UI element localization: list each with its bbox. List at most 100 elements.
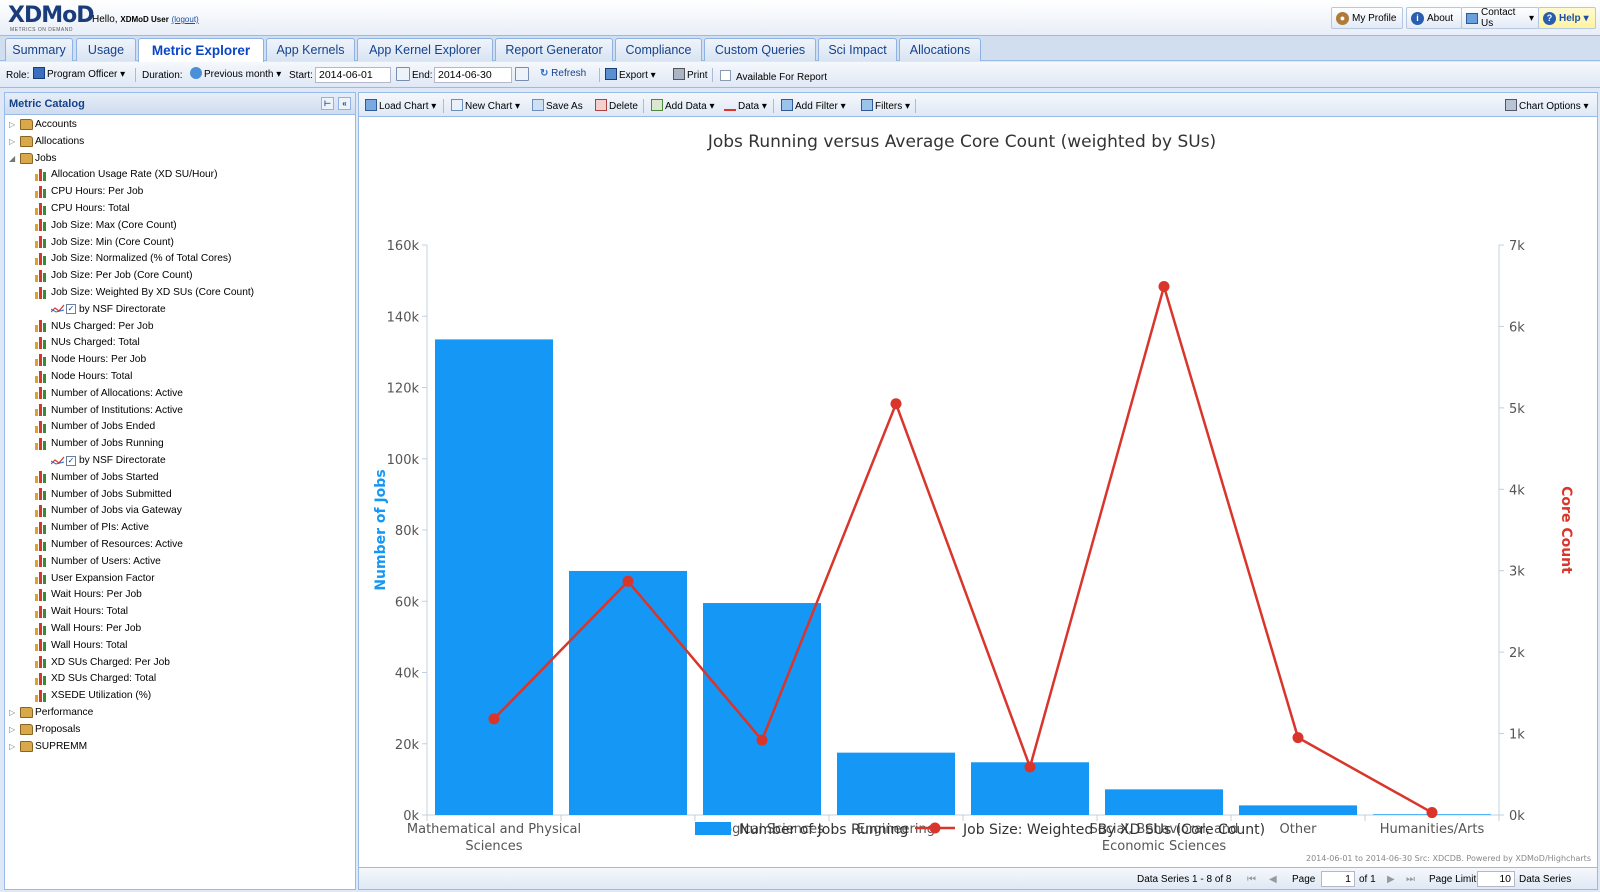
calendar-icon[interactable] — [396, 67, 410, 81]
main-tabs: Summary Usage Metric Explorer App Kernel… — [0, 36, 1600, 62]
tree-metric-item[interactable]: Number of Users: Active — [35, 554, 161, 569]
tree-folder-accounts[interactable]: ▷ Accounts — [9, 117, 77, 132]
tree-metric-item[interactable]: Number of Resources: Active — [35, 537, 183, 552]
tree-metric-item[interactable]: Number of Jobs Running — [35, 436, 164, 451]
tree-folder-proposals[interactable]: ▷ Proposals — [9, 722, 80, 737]
add-data-label: Add Data — [665, 101, 707, 112]
tree-item-label: Node Hours: Total — [51, 371, 133, 382]
tab-app-kernel-explorer[interactable]: App Kernel Explorer — [357, 38, 493, 61]
about-button[interactable]: i About — [1406, 7, 1462, 29]
xdmod-logo[interactable]: XDMoD — [8, 3, 94, 28]
tree-metric-item[interactable]: Node Hours: Per Job — [35, 352, 146, 367]
data-button[interactable]: Data ▾ — [724, 99, 767, 112]
combo-chart[interactable]: 0k20k40k60k80k100k120k140k160k0k1k2k3k4k… — [359, 117, 1597, 889]
collapsed-arrow-icon[interactable]: ▷ — [9, 708, 18, 717]
tree-folder-performance[interactable]: ▷ Performance — [9, 705, 93, 720]
page-limit-input[interactable]: 10 — [1477, 871, 1515, 887]
contact-us-button[interactable]: Contact Us ▾ — [1461, 7, 1539, 29]
tree-metric-item[interactable]: Wait Hours: Per Job — [35, 587, 142, 602]
collapse-left-icon[interactable]: « — [338, 97, 351, 110]
duration-dropdown[interactable]: Previous month ▾ — [190, 67, 281, 80]
add-data-button[interactable]: Add Data ▾ — [651, 99, 715, 112]
available-for-report-checkbox[interactable] — [720, 70, 731, 81]
tab-usage[interactable]: Usage — [76, 38, 136, 61]
tree-metric-item[interactable]: User Expansion Factor — [35, 571, 155, 586]
end-date-input[interactable]: 2014-06-30 — [434, 67, 512, 83]
collapsed-arrow-icon[interactable]: ▷ — [9, 742, 18, 751]
pin-icon[interactable]: ⊢ — [321, 97, 334, 110]
x-tick-label-line: Sciences — [465, 839, 522, 854]
tree-metric-item[interactable]: Job Size: Max (Core Count) — [35, 218, 177, 233]
tree-metric-item[interactable]: XSEDE Utilization (%) — [35, 688, 151, 703]
tree-metric-item[interactable]: Number of Jobs via Gateway — [35, 503, 182, 518]
tree-folder-supremm[interactable]: ▷ SUPREMM — [9, 739, 87, 754]
chart-container[interactable]: 0k 20k 40k 60k 80k 100k 120k 140k 160k 0k 1k 2k 3k 4k… — [359, 117, 1597, 889]
tree-metric-item[interactable]: Wait Hours: Total — [35, 604, 128, 619]
tab-compliance[interactable]: Compliance — [615, 38, 702, 61]
expanded-arrow-icon[interactable]: ◢ — [9, 154, 18, 163]
tree-metric-item[interactable]: Allocation Usage Rate (XD SU/Hour) — [35, 167, 217, 182]
tree-metric-item[interactable]: CPU Hours: Per Job — [35, 184, 143, 199]
delete-button[interactable]: Delete — [595, 99, 638, 112]
tree-item-label: Number of Resources: Active — [51, 539, 183, 550]
dimension-checkbox[interactable]: ✓ — [66, 455, 76, 466]
tree-item-label: Performance — [35, 707, 94, 718]
tab-app-kernels[interactable]: App Kernels — [266, 38, 355, 61]
tree-metric-item[interactable]: Wall Hours: Per Job — [35, 621, 141, 636]
collapsed-arrow-icon[interactable]: ▷ — [9, 120, 18, 129]
tab-sci-impact[interactable]: Sci Impact — [818, 38, 897, 61]
tree-metric-item[interactable]: CPU Hours: Total — [35, 201, 130, 216]
my-profile-button[interactable]: ● My Profile — [1331, 7, 1403, 29]
tree-dimension-item[interactable]: ✓ by NSF Directorate — [50, 453, 166, 468]
export-button[interactable]: Export ▾ — [605, 68, 656, 81]
role-dropdown[interactable]: Program Officer ▾ — [33, 67, 125, 80]
tab-summary[interactable]: Summary — [5, 38, 73, 61]
add-filter-button[interactable]: Add Filter ▾ — [781, 99, 846, 112]
tree-dimension-item[interactable]: ✓ by NSF Directorate — [50, 302, 166, 317]
tree-metric-item[interactable]: Job Size: Normalized (% of Total Cores) — [35, 251, 231, 266]
tree-folder-allocations[interactable]: ▷ Allocations — [9, 134, 84, 149]
first-page-icon[interactable]: ⏮ — [1247, 874, 1256, 885]
tree-metric-item[interactable]: Number of Jobs Submitted — [35, 487, 172, 502]
tree-metric-item[interactable]: Number of Jobs Started — [35, 470, 159, 485]
tree-metric-item[interactable]: XD SUs Charged: Per Job — [35, 655, 170, 670]
last-page-icon[interactable]: ⏭ — [1406, 874, 1415, 885]
tree-metric-item[interactable]: Job Size: Weighted By XD SUs (Core Count… — [35, 285, 254, 300]
tree-metric-item[interactable]: Number of Jobs Ended — [35, 419, 155, 434]
save-as-button[interactable]: Save As — [532, 99, 583, 112]
start-date-input[interactable]: 2014-06-01 — [315, 67, 391, 83]
refresh-button[interactable]: ↻ Refresh — [540, 68, 586, 79]
prev-page-icon[interactable]: ◀ — [1269, 874, 1277, 885]
tab-allocations[interactable]: Allocations — [899, 38, 981, 61]
tree-metric-item[interactable]: XD SUs Charged: Total — [35, 671, 156, 686]
x-tick-label-line: Economic Sciences — [1102, 839, 1226, 854]
tree-folder-jobs[interactable]: ◢ Jobs — [9, 151, 57, 166]
logout-link[interactable]: (logout) — [172, 15, 199, 24]
new-chart-button[interactable]: New Chart ▾ — [451, 99, 520, 112]
save-icon — [532, 99, 544, 111]
tree-metric-item[interactable]: Job Size: Min (Core Count) — [35, 235, 174, 250]
load-chart-button[interactable]: Load Chart ▾ — [365, 99, 436, 112]
tab-report-generator[interactable]: Report Generator — [495, 38, 613, 61]
tree-metric-item[interactable]: Number of PIs: Active — [35, 520, 149, 535]
help-button[interactable]: ? Help ▾ — [1538, 7, 1596, 29]
filters-button[interactable]: Filters ▾ — [861, 99, 910, 112]
tree-metric-item[interactable]: Number of Institutions: Active — [35, 403, 183, 418]
tree-metric-item[interactable]: NUs Charged: Per Job — [35, 319, 154, 334]
page-number-input[interactable]: 1 — [1321, 871, 1355, 887]
metric-catalog-panel: Metric Catalog ⊢ « ▷ Accounts ▷ Allocations… — [4, 92, 356, 890]
tab-metric-explorer[interactable]: Metric Explorer — [138, 38, 264, 62]
tree-metric-item[interactable]: Wall Hours: Total — [35, 638, 127, 653]
tree-metric-item[interactable]: Number of Allocations: Active — [35, 386, 183, 401]
collapsed-arrow-icon[interactable]: ▷ — [9, 725, 18, 734]
tree-metric-item[interactable]: NUs Charged: Total — [35, 335, 140, 350]
next-page-icon[interactable]: ▶ — [1387, 874, 1395, 885]
calendar-icon[interactable] — [515, 67, 529, 81]
tree-metric-item[interactable]: Node Hours: Total — [35, 369, 132, 384]
print-button[interactable]: Print — [673, 68, 708, 81]
chart-options-button[interactable]: Chart Options ▾ — [1505, 99, 1589, 112]
tab-custom-queries[interactable]: Custom Queries — [704, 38, 816, 61]
tree-metric-item[interactable]: Job Size: Per Job (Core Count) — [35, 268, 193, 283]
collapsed-arrow-icon[interactable]: ▷ — [9, 137, 18, 146]
dimension-checkbox[interactable]: ✓ — [66, 304, 76, 315]
